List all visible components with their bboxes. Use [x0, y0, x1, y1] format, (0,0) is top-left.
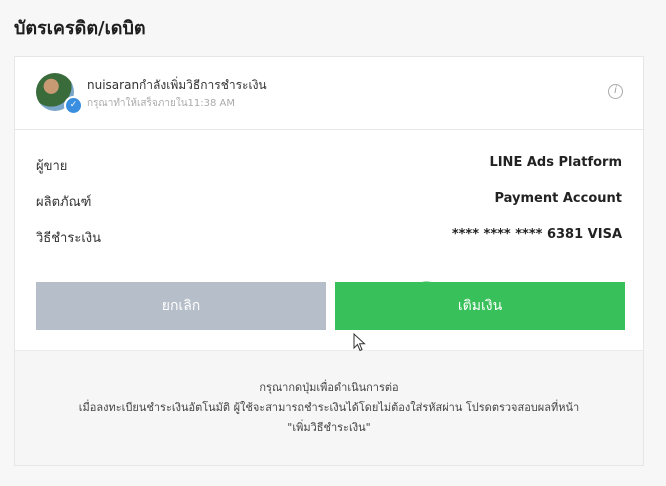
page-title: บัตรเครดิต/เดบิต	[14, 18, 146, 39]
cancel-button[interactable]: ยกเลิก	[36, 282, 326, 330]
product-label: ผลิตภัณฑ์	[36, 195, 92, 210]
footer-line-2: เมื่อลงทะเบียนชำระเงินอัตโนมัติ ผู้ใช้จะ…	[78, 401, 580, 414]
footer-note: กรุณากดปุ่มเพื่อดำเนินการต่อ เมื่อลงทะเบ…	[15, 378, 643, 438]
product-value: Payment Account	[494, 191, 622, 206]
seller-label: ผู้ขาย	[36, 159, 68, 174]
mouse-cursor-icon	[353, 333, 366, 352]
card-header: ✓ nuisaranกำลังเพิ่มวิธีการชำระเงิน กรุณ…	[15, 57, 643, 130]
verified-check-icon: ✓	[64, 96, 83, 115]
header-title: nuisaranกำลังเพิ่มวิธีการชำระเงิน	[87, 78, 267, 92]
info-icon[interactable]: i	[608, 84, 623, 99]
payment-card: ✓ nuisaranกำลังเพิ่มวิธีการชำระเงิน กรุณ…	[14, 56, 644, 466]
details-panel: ผู้ขาย LINE Ads Platform ผลิตภัณฑ์ Payme…	[15, 130, 643, 351]
payment-method-label: วิธีชำระเงิน	[36, 231, 101, 246]
footer-line-1: กรุณากดปุ่มเพื่อดำเนินการต่อ	[259, 381, 399, 394]
footer-line-3: "เพิ่มวิธีชำระเงิน"	[287, 421, 371, 434]
header-deadline: กรุณาทำให้เสร็จภายใน11:38 AM	[87, 98, 236, 109]
topup-button[interactable]: เติมเงิน	[335, 282, 625, 330]
seller-value: LINE Ads Platform	[489, 155, 622, 170]
payment-method-value: **** **** **** 6381 VISA	[451, 227, 622, 242]
